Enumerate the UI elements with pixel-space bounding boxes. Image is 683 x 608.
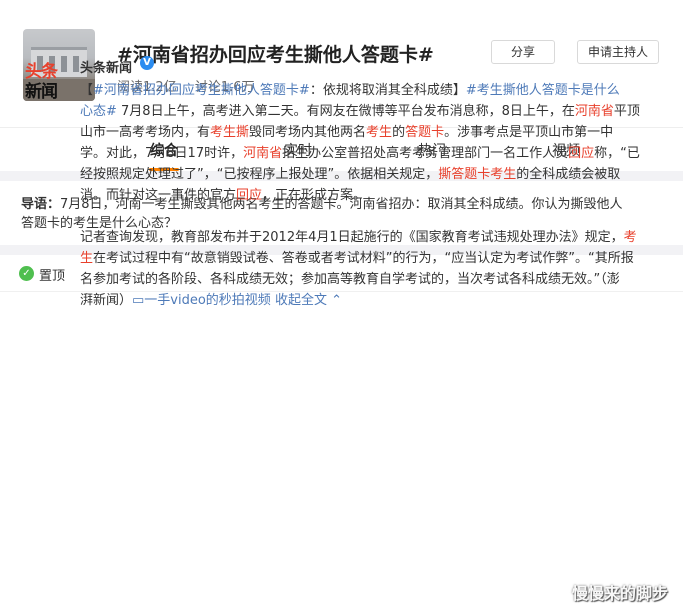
post-text: 【	[80, 83, 94, 98]
post-keyword: 河南省	[243, 146, 283, 161]
post-text: 的全科成绩会被取	[516, 167, 621, 182]
post-text: 招生办公室普招处高考考务管理部门一名工作人员	[282, 146, 569, 161]
post-link[interactable]: 心态#	[80, 104, 117, 119]
post-text: 记者查询发现，教育部发布并于2012年4月1日起施行的《国家教育考试违规处理办法…	[80, 230, 624, 245]
post-line: 山市一高考考场内，有考生撕毁同考场内其他两名考生的答题卡。涉事考点是平顶山市第一…	[80, 122, 680, 143]
avatar[interactable]: 头条 新闻	[23, 55, 67, 102]
post-body: 【#河南省招办回应考生撕他人答题卡#：依规将取消其全科成绩】#考生撕他人答题卡是…	[80, 80, 680, 311]
post-text: 。涉事考点是平顶山市第一中	[444, 125, 614, 140]
post-text: 学。对此，7月8日17时许，	[80, 146, 244, 161]
post-text: 毁同考场内其他两名	[249, 125, 367, 140]
post-keyword: 考	[623, 230, 637, 245]
post-keyword: 生	[80, 251, 94, 266]
post-text: 经按照规定处理过了”，“已按程序上报处理”。依据相关规定，	[80, 167, 439, 182]
post-keyword: 撕答题卡考生	[438, 167, 517, 182]
post-text: 消。而针对这一事件的官方	[80, 188, 237, 203]
post-text: ，正在形成方案。	[262, 188, 367, 203]
post-line: 经按照规定处理过了”，“已按程序上报处理”。依据相关规定，撕答题卡考生的全科成绩…	[80, 164, 680, 185]
post-text: 名参加考试的各阶段、各科成绩无效；参加高等教育自学考试的，当次考试各科成绩无效。…	[80, 272, 620, 287]
share-button[interactable]: 分享	[491, 40, 555, 64]
pinned-label: 置顶	[39, 269, 66, 284]
post-link[interactable]: #河南省招办回应考生撕他人答题卡#	[93, 83, 310, 98]
post-line: 记者查询发现，教育部发布并于2012年4月1日起施行的《国家教育考试违规处理办法…	[80, 227, 680, 248]
post-keyword: 考生撕	[210, 125, 250, 140]
post-link[interactable]: #考生撕他人答题卡是什么	[466, 83, 620, 98]
post-keyword: 河南省	[574, 104, 614, 119]
post-line: 生在考试过程中有“故意销毁试卷、答卷或者考试材料”的行为，“应当认定为考试作弊”…	[80, 248, 680, 269]
post-text: ：依规将取消其全科成绩】	[309, 83, 466, 98]
post-line: 学。对此，7月8日17时许，河南省招生办公室普招处高考考务管理部门一名工作人员回…	[80, 143, 680, 164]
post-link[interactable]: 收起全文 ⌃	[271, 293, 342, 308]
post-keyword: 答题卡	[405, 125, 445, 140]
post-line: 【#河南省招办回应考生撕他人答题卡#：依规将取消其全科成绩】#考生撕他人答题卡是…	[80, 80, 680, 101]
post-keyword: 回应	[568, 146, 595, 161]
post-link[interactable]: ▭一手video的秒拍视频	[132, 293, 271, 308]
post-text: 湃新闻）	[80, 293, 133, 308]
post-line	[80, 206, 680, 227]
post-text: 山市一高考考场内，有	[80, 125, 211, 140]
post-line: 湃新闻）▭一手video的秒拍视频 收起全文 ⌃	[80, 290, 680, 311]
post-line: 消。而针对这一事件的官方回应，正在形成方案。	[80, 185, 680, 206]
post-text: 的	[392, 125, 406, 140]
topic-title: #河南省招办回应考生撕他人答题卡#	[117, 44, 434, 66]
verified-icon: V	[140, 56, 154, 70]
post-text: 平顶	[613, 104, 640, 119]
author-name[interactable]: 头条新闻	[80, 57, 132, 76]
apply-host-button[interactable]: 申请主持人	[577, 40, 659, 64]
intro-prefix: 导语：	[21, 197, 61, 212]
post-text: 7月8日上午，高考进入第二天。有网友在微博等平台发布消息称，8日上午，在	[116, 104, 575, 119]
post-line: 心态# 7月8日上午，高考进入第二天。有网友在微博等平台发布消息称，8日上午，在…	[80, 101, 680, 122]
post-keyword: 回应	[236, 188, 263, 203]
post-keyword: 考生	[366, 125, 393, 140]
post-text: 在考试过程中有“故意销毁试卷、答卷或者考试材料”的行为，“应当认定为考试作弊”。…	[93, 251, 634, 266]
avatar-line2: 新闻	[25, 82, 58, 102]
pin-icon: ✓	[19, 266, 34, 281]
post-text: 称，“已	[594, 146, 640, 161]
watermark: 慢慢来的脚步	[572, 584, 669, 603]
post-line: 名参加考试的各阶段、各科成绩无效；参加高等教育自学考试的，当次考试各科成绩无效。…	[80, 269, 680, 290]
